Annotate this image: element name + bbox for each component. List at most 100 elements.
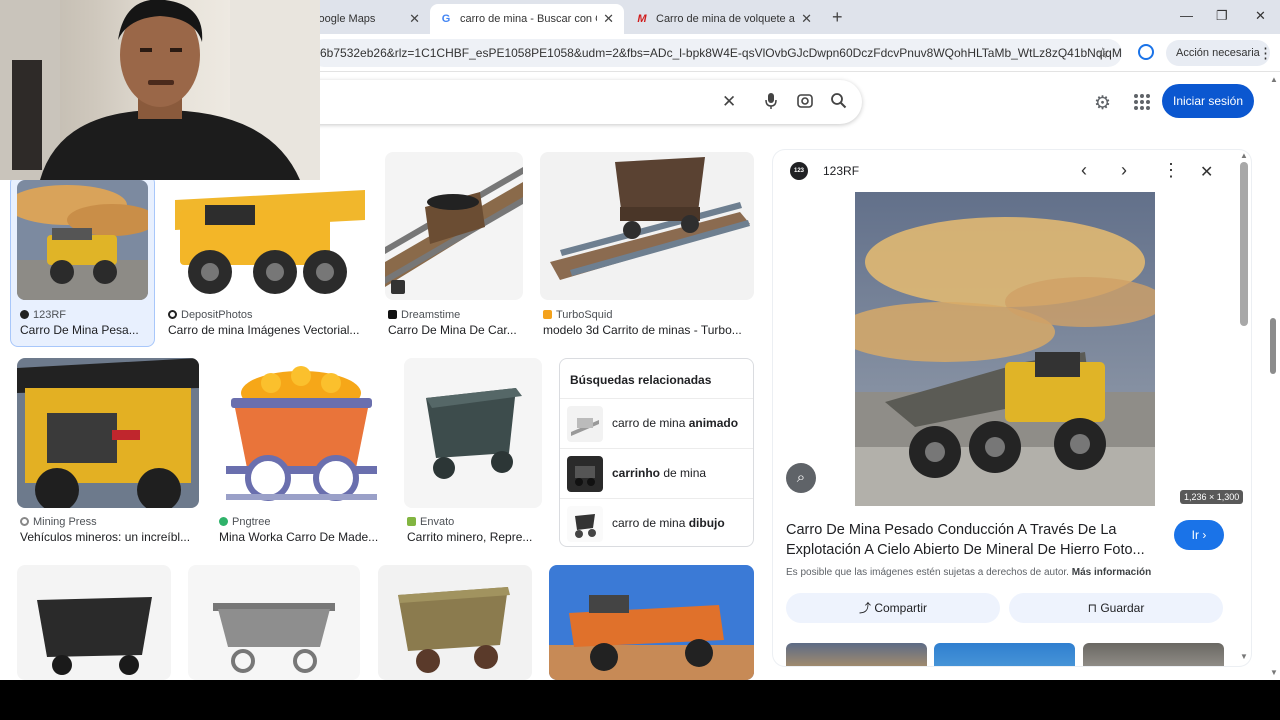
tab-carro-volquete[interactable]: M Carro de mina de volquete a la ✕ (626, 4, 822, 34)
mic-icon[interactable] (764, 92, 778, 115)
related-item[interactable]: carrinho de mina (560, 448, 753, 498)
search-icon[interactable] (830, 92, 847, 114)
result-image-123rf[interactable] (17, 180, 148, 300)
related-label: carro de mina animado (612, 416, 738, 430)
result-caption[interactable]: Carrito minero, Repre... (407, 530, 542, 544)
related-searches: Búsquedas relacionadas carro de mina ani… (559, 358, 754, 547)
source-name: DepositPhotos (181, 309, 253, 321)
source-name: Dreamstime (401, 309, 461, 321)
result-image[interactable] (17, 565, 171, 680)
page-scroll-down-icon[interactable]: ▼ (1270, 668, 1278, 677)
related-image[interactable] (786, 643, 927, 666)
address-bar[interactable]: 6b7532eb26&rlz=1C1CHBF_esPE1058PE1058&ud… (310, 39, 1122, 67)
bookmark-star-icon[interactable]: ☆ (1096, 44, 1109, 62)
profile-icon[interactable] (1138, 44, 1154, 60)
more-info-link[interactable]: Más información (1072, 567, 1151, 578)
result-image-mining-press[interactable] (17, 358, 199, 508)
sign-in-button[interactable]: Iniciar sesión (1162, 84, 1255, 118)
save-label: Guardar (1100, 601, 1145, 615)
related-thumbnail (567, 456, 603, 492)
copyright-text: Es posible que las imágenes estén sujeta… (786, 567, 1069, 578)
result-image-dreamstime[interactable] (385, 152, 523, 300)
minimize-icon[interactable]: — (1180, 8, 1193, 23)
label-bold: carrinho (612, 466, 661, 480)
scroll-down-arrow-icon[interactable]: ▼ (1240, 652, 1248, 661)
tab-title: Carro de mina de volquete a la (656, 13, 796, 25)
result-image[interactable] (188, 565, 360, 680)
share-button[interactable]: ⤴ Compartir (786, 593, 1000, 623)
related-label: carrinho de mina (612, 466, 706, 480)
result-caption[interactable]: modelo 3d Carrito de minas - Turbo... (543, 323, 753, 337)
page-scroll-up-icon[interactable]: ▲ (1270, 75, 1278, 84)
save-button[interactable]: ⊓ Guardar (1009, 593, 1223, 623)
label-suffix: de mina (660, 466, 707, 480)
result-image-turbosquid[interactable] (540, 152, 754, 300)
result-image[interactable] (549, 565, 754, 680)
result-caption[interactable]: Carro De Mina Pesa... (20, 323, 148, 337)
google-icon: G (441, 13, 451, 25)
label-prefix: carro de mina (612, 416, 689, 430)
result-caption[interactable]: Vehículos mineros: un increíbl... (20, 530, 198, 544)
close-icon[interactable]: ✕ (409, 11, 420, 27)
related-thumbnail (567, 406, 603, 442)
apps-grid-icon[interactable] (1134, 94, 1150, 110)
result-source[interactable]: TurboSquid (543, 309, 612, 321)
result-caption[interactable]: Carro de mina Imágenes Vectorial... (168, 323, 368, 337)
tab-title: Google Maps (310, 13, 376, 25)
related-image[interactable] (934, 643, 1075, 666)
close-icon[interactable]: ✕ (801, 11, 812, 27)
result-source[interactable]: Dreamstime (388, 309, 460, 321)
label-bold: animado (688, 416, 739, 430)
scroll-up-arrow-icon[interactable]: ▲ (1240, 151, 1248, 160)
source-name: 123RF (33, 309, 67, 321)
result-caption[interactable]: Carro De Mina De Car... (388, 323, 523, 337)
result-source[interactable]: DepositPhotos (168, 309, 253, 321)
related-searches-title: Búsquedas relacionadas (570, 373, 712, 387)
window-close-icon[interactable]: ✕ (1255, 8, 1266, 24)
result-caption[interactable]: Mina Worka Carro De Made... (219, 530, 387, 544)
image-preview-panel: 123 123RF ‹ › ⋮ ✕ ⌕ 1,236 × 1,300 Carro … (773, 150, 1251, 666)
close-icon[interactable]: ✕ (1200, 162, 1213, 182)
result-image-pngtree[interactable] (216, 358, 387, 508)
gear-icon[interactable]: ⚙ (1094, 92, 1111, 115)
search-input[interactable]: ✕ (290, 80, 862, 124)
action-needed-button[interactable]: Acción necesaria (1166, 40, 1270, 66)
copyright-notice: Es posible que las imágenes estén sujeta… (786, 567, 1151, 578)
related-thumbnail (567, 506, 603, 542)
tab-carro-de-mina[interactable]: G carro de mina - Buscar con Google ✕ (430, 4, 624, 34)
related-label: carro de mina dibujo (612, 516, 725, 530)
page-scrollbar[interactable] (1270, 318, 1276, 374)
image-dimensions: 1,236 × 1,300 (1180, 490, 1244, 504)
browser-menu-icon[interactable]: ⋮ (1258, 44, 1273, 62)
panel-image-title[interactable]: Carro De Mina Pesado Conducción A Través… (786, 520, 1166, 560)
panel-source-name[interactable]: 123RF (823, 164, 859, 178)
chevron-left-icon[interactable]: ‹ (1081, 160, 1087, 181)
label-prefix: carro de mina (612, 516, 689, 530)
lens-icon[interactable] (796, 92, 814, 115)
panel-scrollbar[interactable] (1240, 162, 1248, 326)
close-icon[interactable]: ✕ (603, 11, 614, 27)
restore-icon[interactable]: ❐ (1216, 8, 1228, 24)
preview-image[interactable] (835, 192, 1165, 506)
result-image[interactable] (378, 565, 532, 680)
result-source[interactable]: Envato (407, 516, 454, 528)
more-options-icon[interactable]: ⋮ (1162, 160, 1180, 181)
result-source[interactable]: Pngtree (219, 516, 271, 528)
share-label: Compartir (874, 601, 928, 615)
visit-button[interactable]: Ir › (1174, 520, 1224, 550)
tab-title: carro de mina - Buscar con Google (460, 13, 597, 25)
result-image-envato[interactable] (404, 358, 542, 508)
source-name: Envato (420, 516, 455, 528)
new-tab-button[interactable]: + (832, 7, 843, 28)
close-icon[interactable]: ✕ (722, 92, 736, 112)
related-item[interactable]: carro de mina animado (560, 398, 753, 448)
related-item[interactable]: carro de mina dibujo (560, 498, 753, 548)
result-source[interactable]: 123RF (20, 309, 66, 321)
related-image[interactable] (1083, 643, 1224, 666)
lens-search-button[interactable]: ⌕ (786, 463, 816, 493)
chevron-right-icon[interactable]: › (1121, 160, 1127, 181)
webcam-overlay (0, 0, 320, 180)
source-name: Mining Press (33, 516, 97, 528)
result-image-depositphotos[interactable] (165, 180, 369, 300)
result-source[interactable]: Mining Press (20, 516, 97, 528)
